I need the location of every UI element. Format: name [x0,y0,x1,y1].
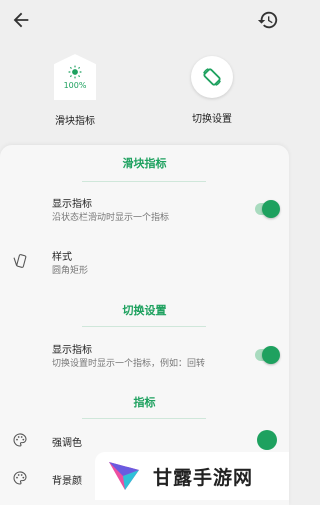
section-divider [82,418,206,419]
slider-preview-label: 滑块指标 [55,116,95,127]
slider-show-title: 显示指标 [52,199,92,210]
watermark-text: 甘露手游网 [153,466,254,489]
switch-preview-label: 切换设置 [192,114,232,125]
slider-indicator-preview[interactable]: 100% 滑块指标 [25,54,125,127]
section-header-indicator: 指标 [133,396,156,409]
indicator-preview: 100% 滑块指标 切换设置 [0,40,289,150]
style-title: 样式 [52,252,72,263]
background-color-title: 背景颜 [52,476,82,487]
switch-indicator-shape [191,56,233,98]
history-button[interactable] [257,9,279,31]
settings-sheet: 滑块指标 显示指标 沿状态栏滑动时显示一个指标 样式 圆角矩形 切换设置 显示指… [0,145,289,505]
switch-indicator-preview[interactable]: 切换设置 [162,54,262,125]
watermark-logo-icon [109,462,139,490]
back-button[interactable] [10,9,32,31]
history-icon [257,11,278,29]
slider-show-toggle[interactable] [255,200,280,218]
shape-style-icon [13,254,27,268]
section-divider [82,181,206,182]
screen-rotation-icon [203,68,221,86]
brightness-icon [68,65,82,78]
slider-show-subtitle: 沿状态栏滑动时显示一个指标 [52,213,170,223]
toggle-knob [262,346,280,364]
accent-color-swatch[interactable] [257,430,277,450]
section-divider [82,326,206,327]
switch-show-subtitle: 切换设置时显示一个指标，例如：回转 [52,359,206,369]
switch-show-title: 显示指标 [52,345,92,356]
toggle-knob [262,200,280,218]
style-subtitle: 圆角矩形 [52,266,89,276]
slider-percent: 100% [63,80,87,90]
section-header-switch: 切换设置 [122,304,167,317]
top-bar [0,0,289,40]
accent-color-title: 强调色 [52,438,82,449]
section-header-slider: 滑块指标 [122,157,167,170]
arrow-left-icon [13,12,29,28]
site-watermark: 甘露手游网 [95,452,289,500]
palette-icon [13,433,27,447]
slider-indicator-shape: 100% [54,54,96,100]
switch-show-toggle[interactable] [255,346,280,364]
palette-icon [13,471,27,485]
